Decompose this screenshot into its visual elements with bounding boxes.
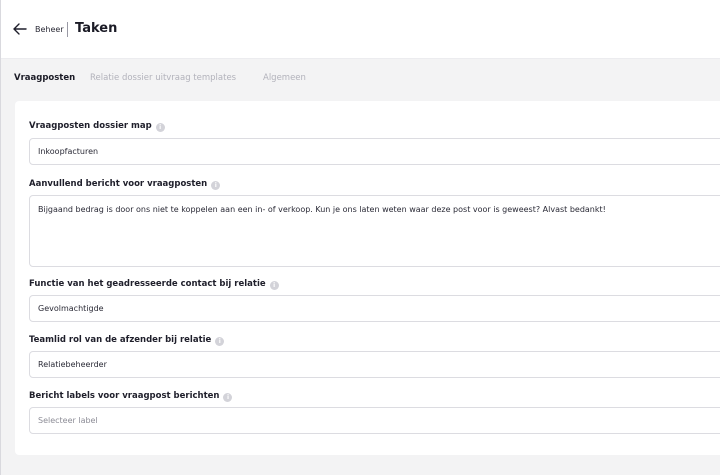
aanvullend-bericht-label: Aanvullend bericht voor vraagposten i [29, 179, 221, 190]
dossier-map-select[interactable]: Inkoopfacturen [29, 138, 720, 165]
info-icon[interactable]: i [155, 123, 165, 132]
info-icon[interactable]: i [211, 181, 221, 190]
bericht-labels-label-text: Bericht labels voor vraagpost berichten [29, 391, 220, 401]
info-icon[interactable]: i [215, 337, 225, 346]
functie-contact-label: Functie van het geadresseerde contact bi… [29, 279, 279, 290]
teamlid-rol-label: Teamlid rol van de afzender bij relatie i [29, 335, 225, 346]
bericht-labels-label: Bericht labels voor vraagpost berichten i [29, 391, 233, 402]
functie-contact-select[interactable]: Gevolmachtigde [29, 295, 720, 322]
info-icon[interactable]: i [223, 393, 233, 402]
top-bar: Beheer Taken [1, 0, 720, 59]
teamlid-rol-select[interactable]: Relatiebeheerder [29, 351, 720, 378]
page-title: Taken [75, 21, 118, 36]
aanvullend-bericht-textarea[interactable]: Bijgaand bedrag is door ons niet te kopp… [29, 195, 720, 267]
tab-vraagposten[interactable]: Vraagposten [14, 73, 75, 83]
dossier-map-label: Vraagposten dossier map i [29, 121, 165, 132]
breadcrumb-beheer[interactable]: Beheer [35, 25, 64, 34]
tab-relatie-dossier-uitvraag-templates[interactable]: Relatie dossier uitvraag templates [90, 73, 236, 83]
functie-contact-label-text: Functie van het geadresseerde contact bi… [29, 279, 266, 289]
bericht-labels-select[interactable]: Selecteer label [29, 407, 720, 434]
teamlid-rol-label-text: Teamlid rol van de afzender bij relatie [29, 335, 212, 345]
settings-card: Vraagposten dossier map i Inkoopfacturen … [15, 101, 720, 455]
dossier-map-label-text: Vraagposten dossier map [29, 121, 152, 131]
aanvullend-bericht-label-text: Aanvullend bericht voor vraagposten [29, 179, 208, 189]
breadcrumb-separator [67, 22, 68, 37]
tab-algemeen[interactable]: Algemeen [263, 73, 306, 83]
arrow-left-icon[interactable] [12, 20, 28, 38]
window-left-edge [0, 0, 1, 475]
info-icon[interactable]: i [269, 281, 279, 290]
